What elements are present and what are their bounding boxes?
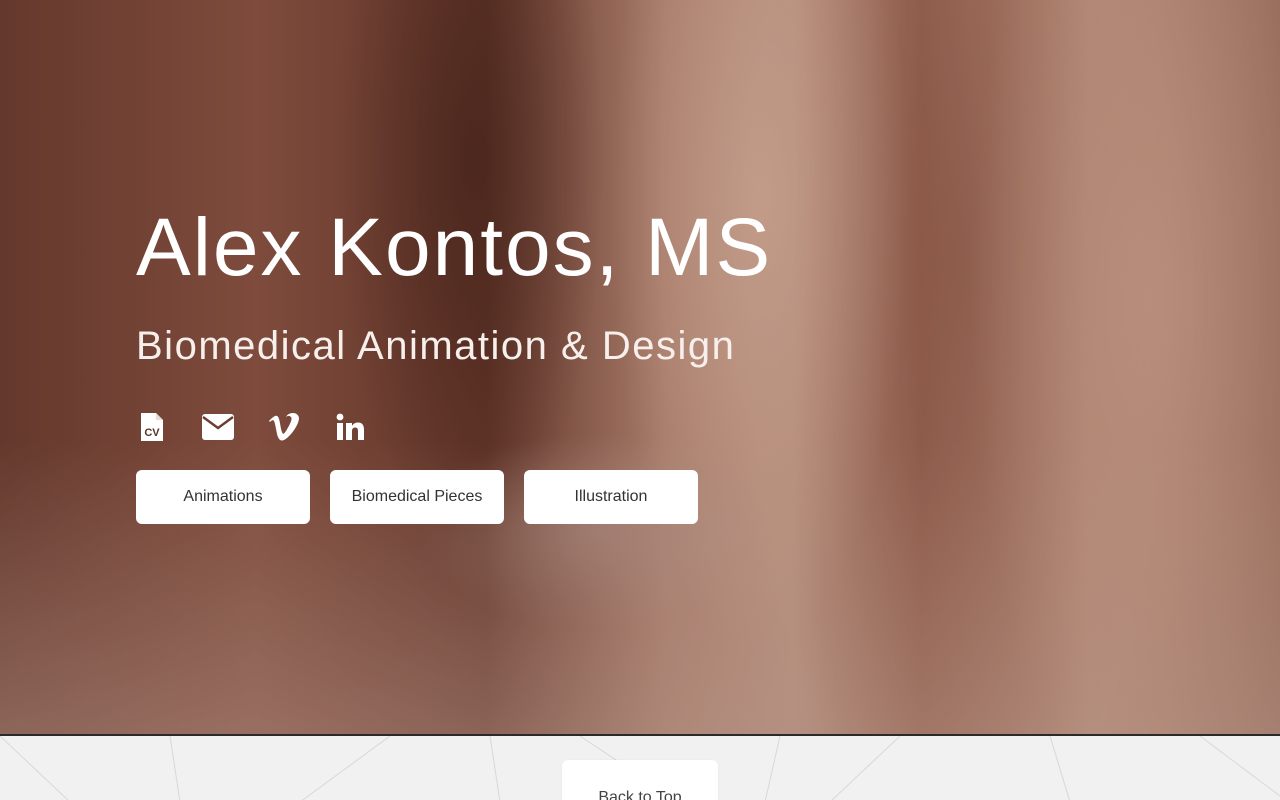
footer: Back to Top	[0, 734, 1280, 800]
vimeo-icon[interactable]	[268, 411, 300, 443]
linkedin-icon[interactable]	[334, 411, 366, 443]
site-subtitle: Biomedical Animation & Design	[136, 324, 736, 368]
envelope-icon[interactable]	[202, 411, 234, 443]
animations-button[interactable]: Animations	[136, 470, 310, 524]
hero-content: Alex Kontos, MS Biomedical Animation & D…	[136, 200, 772, 524]
biomedical-pieces-button[interactable]: Biomedical Pieces	[330, 470, 504, 524]
site-title: Alex Kontos, MS	[136, 202, 773, 293]
cv-file-label: CV	[144, 427, 160, 439]
cv-file-icon[interactable]: CV	[136, 411, 168, 443]
nav-buttons: Animations Biomedical Pieces Illustratio…	[136, 470, 772, 524]
back-to-top-button[interactable]: Back to Top	[562, 760, 718, 800]
social-links: CV	[136, 410, 772, 444]
illustration-button[interactable]: Illustration	[524, 470, 698, 524]
hero-section: Alex Kontos, MS Biomedical Animation & D…	[0, 0, 1280, 734]
